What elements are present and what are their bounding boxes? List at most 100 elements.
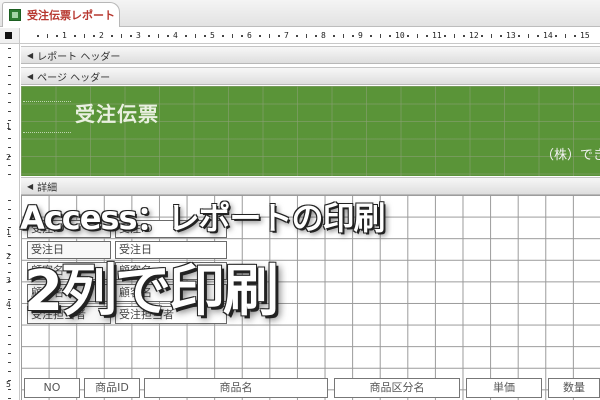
headline-topic: Access：レポートの印刷 (20, 199, 386, 237)
ruler-tick (8, 371, 11, 372)
ruler-tick (203, 35, 206, 37)
ruler-number: 1 (6, 228, 11, 237)
ruler-tick (8, 147, 11, 148)
ruler-tick (231, 34, 233, 38)
report-tab[interactable]: 受注伝票レポート (2, 2, 120, 27)
ruler-number: 8 (321, 31, 326, 40)
dotted-placeholder-control[interactable] (23, 101, 71, 133)
ruler-number: 2 (6, 153, 11, 162)
ruler-number: 5 (6, 380, 11, 389)
ruler-tick (8, 75, 11, 76)
ruler-number: 13 (506, 31, 516, 40)
ruler-tick (240, 35, 243, 37)
section-arrow-icon: ◀ (27, 71, 34, 81)
ruler-tick (425, 35, 428, 37)
column-header-product-name[interactable]: 商品名 (144, 378, 328, 398)
section-label-report-header: レポート ヘッダー (37, 51, 121, 63)
ruler-tick (8, 317, 11, 318)
ruler-number: 14 (543, 31, 553, 40)
ruler-number: 5 (210, 31, 215, 40)
ruler-tick (453, 34, 455, 38)
ruler-tick (296, 35, 299, 37)
ruler-tick (8, 93, 11, 94)
ruler-tick (92, 35, 95, 37)
ruler-number: 4 (6, 300, 11, 309)
ruler-number: 2 (6, 252, 11, 261)
ruler-number: 15 (580, 31, 590, 40)
ruler-number: 10 (395, 31, 405, 40)
ruler-number: 1 (6, 122, 11, 131)
ruler-tick (8, 209, 11, 210)
report-tab-label: 受注伝票レポート (27, 9, 115, 22)
ruler-number: 3 (6, 276, 11, 285)
vertical-ruler[interactable]: 1 2 1 2 3 4 5 (0, 44, 20, 400)
ruler-number: 4 (173, 31, 178, 40)
section-label-page-header: ページ ヘッダー (37, 72, 111, 84)
ruler-tick (8, 263, 11, 264)
ruler-tick (8, 200, 11, 201)
ruler-tick (8, 174, 11, 175)
ruler-tick (194, 34, 196, 38)
ruler-tick (314, 35, 317, 37)
horizontal-ruler[interactable]: 1 2 3 4 5 6 7 8 9 10 11 12 13 14 15 (20, 28, 600, 44)
ruler-number: 11 (432, 31, 442, 40)
ruler-tick (8, 272, 11, 273)
column-header-no[interactable]: NO (24, 378, 80, 398)
ruler-tick (333, 35, 336, 37)
column-header-unit-price[interactable]: 単価 (466, 378, 542, 398)
ruler-tick (259, 35, 262, 37)
ruler-tick (8, 326, 11, 327)
ruler-tick (416, 34, 418, 38)
headline-main: 2列で印刷 (24, 259, 279, 324)
ruler-tick (490, 34, 492, 38)
section-bar-page-header[interactable]: ◀ ページ ヘッダー (21, 67, 600, 85)
ruler-tick (148, 35, 151, 37)
ruler-tick (536, 35, 539, 37)
ruler-tick (388, 35, 391, 37)
page-header-area[interactable]: 受注伝票 （株）でき (21, 86, 600, 176)
ruler-tick (8, 290, 11, 291)
ruler-tick (222, 35, 225, 37)
ruler-tick (55, 35, 58, 37)
ruler-tick (157, 34, 159, 38)
column-header-product-id[interactable]: 商品ID (84, 378, 140, 398)
ruler-tick (8, 120, 11, 121)
section-arrow-icon: ◀ (27, 50, 34, 60)
column-header-category-name[interactable]: 商品区分名 (334, 378, 460, 398)
ruler-tick (37, 35, 40, 37)
ruler-tick (129, 35, 132, 37)
ruler-tick (8, 353, 11, 354)
column-header-quantity[interactable]: 数量 (548, 378, 600, 398)
report-icon (9, 9, 21, 21)
report-selector-mark (5, 32, 12, 39)
ruler-tick (74, 35, 77, 37)
ruler-number: 9 (358, 31, 363, 40)
ruler-tick (462, 35, 465, 37)
ruler-tick (8, 398, 11, 399)
section-arrow-icon: ◀ (27, 181, 34, 191)
ruler-tick (185, 35, 188, 37)
ruler-tick (8, 335, 11, 336)
ruler-tick (8, 66, 11, 67)
ruler-tick (527, 34, 529, 38)
ruler-tick (407, 35, 410, 37)
ruler-tick (8, 362, 11, 363)
ruler-tick (8, 218, 11, 219)
ruler-tick (499, 35, 502, 37)
ruler-tick (444, 35, 447, 37)
ruler-number: 12 (469, 31, 479, 40)
section-bar-report-header[interactable]: ◀ レポート ヘッダー (21, 46, 600, 64)
ruler-tick (8, 245, 11, 246)
company-name-label[interactable]: （株）でき (541, 144, 600, 163)
ruler-tick (555, 35, 558, 37)
ruler-tick (8, 111, 11, 112)
ruler-number: 1 (62, 31, 67, 40)
ruler-number: 6 (247, 31, 252, 40)
ruler-tick (564, 34, 566, 38)
ruler-tick (305, 34, 307, 38)
ruler-number: 7 (284, 31, 289, 40)
report-title-label[interactable]: 受注伝票 (75, 98, 159, 127)
ruler-tick (111, 35, 114, 37)
report-selector[interactable] (0, 28, 20, 44)
ruler-tick (120, 34, 122, 38)
